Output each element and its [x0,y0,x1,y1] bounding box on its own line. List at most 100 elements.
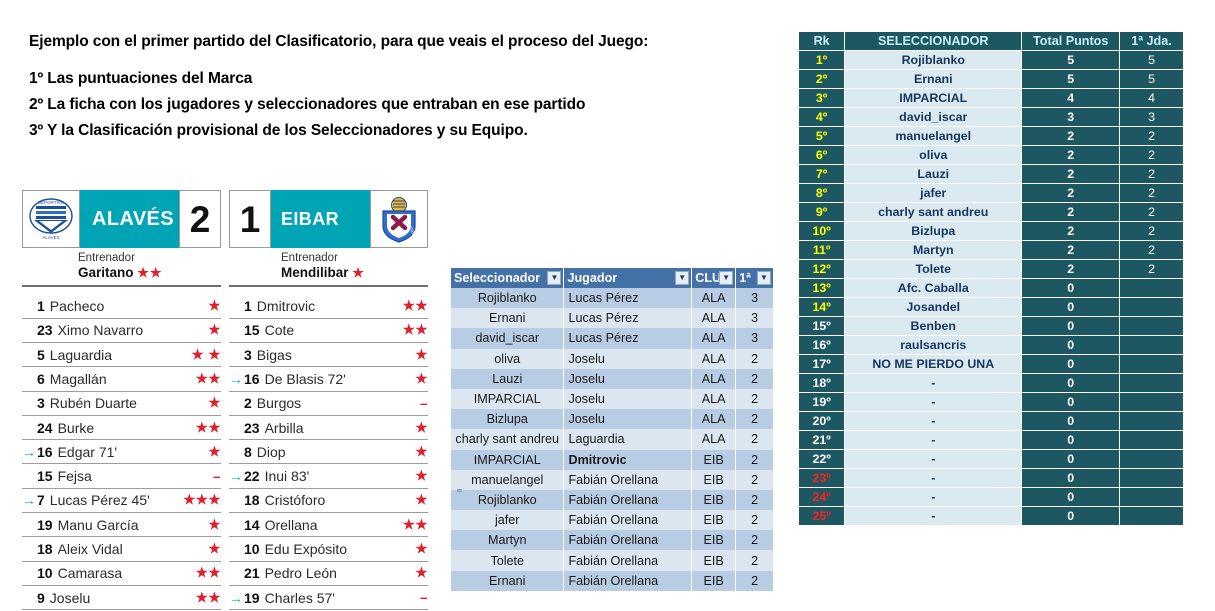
picks-table-row: Ernani Lucas Pérez ALA 3 [451,308,774,329]
ranking-cell-rank: 10º [799,222,845,240]
ranking-table-row: 8º jafer 2 2 [799,184,1183,202]
player-number: 3 [37,395,45,412]
ranking-cell-rank: 4º [799,108,845,126]
filter-dropdown-icon[interactable]: ▼ [757,271,771,285]
picks-cell-club: ALA [691,348,737,369]
filter-dropdown-icon[interactable]: ▼ [719,271,734,285]
picks-cell-club: ALA [691,368,737,389]
ranking-table-row: 22º -0 [799,450,1183,468]
ranking-table-row: 9º charly sant andreu 2 2 [799,203,1183,221]
picks-table-row: oliva Joselu ALA 2 [451,348,774,369]
ranking-cell-jda: 2 [1120,222,1183,240]
player-rating: ★ [415,492,428,508]
player-name: Edgar 71' [57,443,118,460]
ranking-cell-total: 0 [1022,336,1120,354]
picks-cell-jugador: Joselu [563,368,693,389]
ranking-col-total: Total Puntos [1022,32,1120,50]
player-name: De Blasis 72' [264,370,346,387]
picks-cell-jda: 2 [735,348,774,369]
ranking-cell-name: - [845,450,1022,468]
picks-cell-club: ALA [691,288,737,309]
picks-col-jugador[interactable]: Jugador ▼ [563,268,693,288]
ranking-cell-rank: 15º [799,317,845,335]
player-rating: ★ [415,346,428,362]
home-coach-label: Entrenador [78,252,135,264]
picks-cell-seleccionador: Bizlupa [451,409,565,430]
ranking-cell-jda [1120,412,1183,430]
ranking-cell-jda [1120,450,1183,468]
filter-dropdown-icon[interactable]: ▼ [675,271,690,285]
ranking-cell-jda [1120,488,1183,506]
ranking-cell-total: 2 [1022,184,1120,202]
player-rating: ★★ [402,298,428,314]
ranking-cell-jda [1120,298,1183,316]
player-number: 10 [244,541,260,558]
ranking-cell-jda: 2 [1120,184,1183,202]
substitution-arrow-icon: → [229,468,243,485]
player-name: Aleix Vidal [57,541,123,558]
player-number: 21 [244,565,260,582]
player-rating: ★ [415,565,428,581]
ranking-cell-rank: 21º [799,431,845,449]
player-rating: ★ [415,370,428,386]
player-rating: – [419,395,428,411]
picks-cell-seleccionador: IMPARCIAL [451,449,565,470]
ranking-table-row: 3º IMPARCIAL 4 4 [799,89,1183,107]
ranking-cell-name: - [845,469,1022,487]
ranking-table-row: 5º manuelangel 2 2 [799,127,1183,145]
picks-cell-jugador: Lucas Pérez [563,288,693,309]
picks-col-seleccionador[interactable]: Seleccionador ▼ [451,268,565,288]
player-row: 23 Arbilla ★ [229,416,428,441]
home-team-name: ALAVÉS [80,190,179,248]
player-name: Burgos [256,395,302,412]
picks-col-club[interactable]: CLU ▼ [691,268,737,288]
picks-table-row: jafer Fabián Orellana EIB 2 [451,510,774,531]
svg-text:ALAVES: ALAVES [42,235,59,240]
picks-col-jda[interactable]: 1ª ▼ [735,268,774,288]
picks-cell-seleccionador: david_iscar [451,328,565,349]
picks-cell-seleccionador: IMPARCIAL [451,388,565,410]
picks-table-row: IMPARCIAL Joselu ALA 2 [451,388,774,410]
player-name: Dmitrovic [256,298,316,315]
player-rating: – [419,590,428,606]
ranking-cell-rank: 12º [799,260,845,278]
player-number: 15 [244,322,260,339]
scan-artifact [457,489,462,492]
ranking-cell-name: charly sant andreu [845,203,1022,221]
picks-cell-jugador: Joselu [563,348,693,369]
ranking-cell-name: manuelangel [845,127,1022,145]
ranking-cell-rank: 19º [799,393,845,411]
ranking-cell-rank: 14º [799,298,845,316]
filter-dropdown-icon[interactable]: ▼ [547,271,562,285]
player-row: → 7 Lucas Pérez 45' ★★★ [22,489,221,514]
away-coach-rating: ★ [352,265,365,281]
picks-col-jugador-label: Jugador [567,271,618,285]
ranking-cell-name: - [845,393,1022,411]
ranking-cell-name: IMPARCIAL [845,89,1022,107]
ranking-cell-rank: 5º [799,127,845,145]
picks-cell-jugador: Laguardia [563,429,693,450]
player-number: 15 [37,468,53,485]
picks-cell-seleccionador: Tolete [451,550,565,571]
picks-cell-jugador: Dmitrovic [563,449,693,470]
ranking-cell-jda [1120,393,1183,411]
player-number: 1 [37,298,45,315]
ranking-cell-rank: 20º [799,412,845,430]
picks-table-row: Rojiblanko Fabián Orellana EIB 2 [451,489,774,511]
picks-cell-jugador: Fabián Orellana [563,530,693,551]
picks-cell-jugador: Joselu [563,388,693,410]
picks-cell-jda: 3 [735,308,774,329]
picks-cell-club: ALA [691,409,737,430]
player-name: Laguardia [49,346,113,363]
picks-cell-seleccionador: oliva [451,348,565,369]
player-name: Joselu [49,589,91,606]
ranking-cell-name: NO ME PIERDO UNA [845,355,1022,373]
player-rating: ★★★ [183,492,221,508]
player-name: Arbilla [264,419,304,436]
ranking-cell-rank: 23º [799,469,845,487]
alaves-crest-icon: DEPORTIVO ALAVES [22,190,80,248]
ranking-cell-name: - [845,431,1022,449]
picks-cell-club: EIB [691,449,737,470]
ranking-cell-rank: 17º [799,355,845,373]
home-player-list: 1 Pacheco ★ 23 Ximo Navarro ★ 5 Laguardia ★ ★ 6 Ma… [22,294,221,611]
